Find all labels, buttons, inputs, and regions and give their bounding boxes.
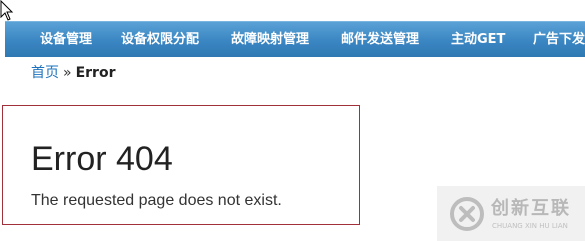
error-message: The requested page does not exist.: [31, 192, 282, 209]
nav-item-ad-delivery[interactable]: 广告下发: [533, 22, 585, 58]
nav-item-fault-mapping[interactable]: 故障映射管理: [231, 22, 309, 58]
breadcrumb-separator: »: [63, 65, 72, 81]
nav-item-active-get[interactable]: 主动GET: [451, 22, 505, 58]
watermark: 创新互联 CHUANG XIN HU LIAN: [437, 186, 585, 241]
error-panel: Error 404 The requested page does not ex…: [2, 105, 360, 225]
watermark-text-cn: 创新互联: [491, 198, 571, 219]
top-navbar: 设备管理 设备权限分配 故障映射管理 邮件发送管理 主动GET 广告下发: [5, 21, 585, 57]
nav-item-device-management[interactable]: 设备管理: [40, 22, 92, 58]
breadcrumb-current: Error: [75, 65, 116, 81]
nav-item-device-permission[interactable]: 设备权限分配: [121, 22, 199, 58]
page: 设备管理 设备权限分配 故障映射管理 邮件发送管理 主动GET 广告下发 首页»…: [0, 0, 585, 241]
error-title: Error 404: [31, 140, 173, 178]
nav-item-mail-sending[interactable]: 邮件发送管理: [341, 22, 419, 58]
watermark-text-en: CHUANG XIN HU LIAN: [492, 222, 568, 230]
brand-logo-icon: [450, 197, 484, 231]
breadcrumb: 首页» Error: [31, 64, 115, 82]
breadcrumb-home-link[interactable]: 首页: [31, 65, 59, 81]
